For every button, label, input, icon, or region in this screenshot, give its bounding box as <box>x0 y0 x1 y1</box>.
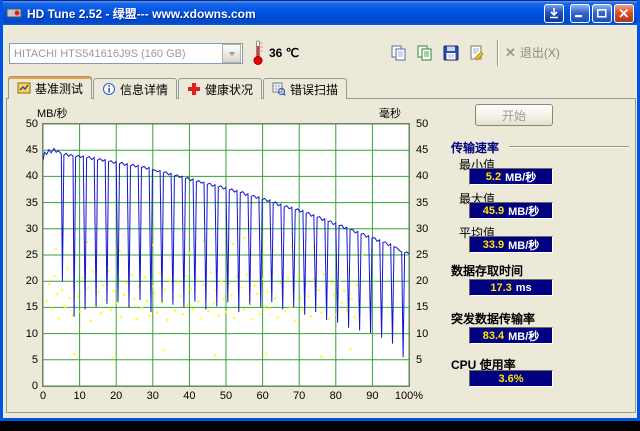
burst-rate-label: 突发数据传输率 <box>451 312 536 326</box>
chevron-down-icon[interactable] <box>222 44 241 63</box>
scan-magnifier-icon <box>272 82 286 96</box>
drive-select-value: HITACHI HTS541616J9S (160 GB) <box>14 47 186 60</box>
tab-error-scan[interactable]: 错误扫描 <box>263 78 348 99</box>
tab-benchmark[interactable]: 基准测试 <box>8 76 93 99</box>
max-value-box: 45.9 MB/秒 <box>469 202 553 219</box>
x-axis-labels: 0 10 20 30 40 50 60 70 80 90 100% <box>39 390 424 402</box>
min-value-box: 5.2 MB/秒 <box>469 168 553 185</box>
client-area: HITACHI HTS541616J9S (160 GB) 36 ℃ ✕ 退出(… <box>3 25 637 418</box>
maximize-button[interactable] <box>592 3 612 23</box>
thermometer-icon <box>252 39 264 71</box>
y-axis-left-labels: 50 45 40 35 30 25 20 15 10 5 0 <box>25 118 38 392</box>
app-icon <box>6 5 22 21</box>
benchmark-chart <box>42 123 410 387</box>
save-button[interactable] <box>439 41 463 65</box>
benchmark-icon <box>17 82 31 94</box>
titlebar[interactable]: HD Tune 2.52 - 绿盟--- www.xdowns.com <box>3 0 637 25</box>
copy-button[interactable] <box>387 41 411 65</box>
exit-label: 退出(X) <box>519 46 560 60</box>
access-time-label: 数据存取时间 <box>451 264 524 278</box>
window-title: HD Tune 2.52 - 绿盟--- www.xdowns.com <box>27 6 256 21</box>
tab-info[interactable]: 信息详情 <box>93 78 178 99</box>
tab-health[interactable]: 健康状况 <box>178 78 263 99</box>
close-button[interactable] <box>614 3 634 23</box>
start-button[interactable]: 开始 <box>475 104 553 126</box>
burst-rate-value-box: 83.4 MB/秒 <box>469 327 553 344</box>
exit-button[interactable]: ✕ 退出(X) <box>505 44 560 61</box>
y-axis-right-labels: 50 45 40 35 30 25 20 15 10 5 <box>416 118 429 366</box>
tab-strip: 基准测试 信息详情 健康状况 错误扫描 <box>8 76 348 99</box>
tab-page-benchmark: MB/秒 毫秒 50 45 40 35 30 25 20 15 10 5 0 50 45 40 35 30 2… <box>6 98 636 413</box>
transfer-rate-group-label: 传输速率 <box>451 141 500 155</box>
download-button[interactable] <box>544 3 564 23</box>
exit-cross-icon: ✕ <box>505 45 516 60</box>
right-axis-title: 毫秒 <box>379 108 401 120</box>
info-icon <box>103 83 116 95</box>
left-axis-title: MB/秒 <box>37 108 68 120</box>
avg-value-box: 33.9 MB/秒 <box>469 236 553 253</box>
drive-select[interactable]: HITACHI HTS541616J9S (160 GB) <box>9 43 243 64</box>
copy-image-button[interactable] <box>413 41 437 65</box>
group-divider <box>509 146 629 148</box>
cpu-usage-value-box: 3.6% <box>469 370 553 387</box>
app-window: HD Tune 2.52 - 绿盟--- www.xdowns.com HITA… <box>0 0 640 421</box>
minimize-button[interactable] <box>570 3 590 23</box>
toolbar-separator <box>497 40 499 66</box>
report-button[interactable] <box>465 41 489 65</box>
access-time-value-box: 17.3 ms <box>469 279 553 296</box>
health-cross-icon <box>188 83 201 95</box>
temperature-value: 36 ℃ <box>269 46 300 60</box>
